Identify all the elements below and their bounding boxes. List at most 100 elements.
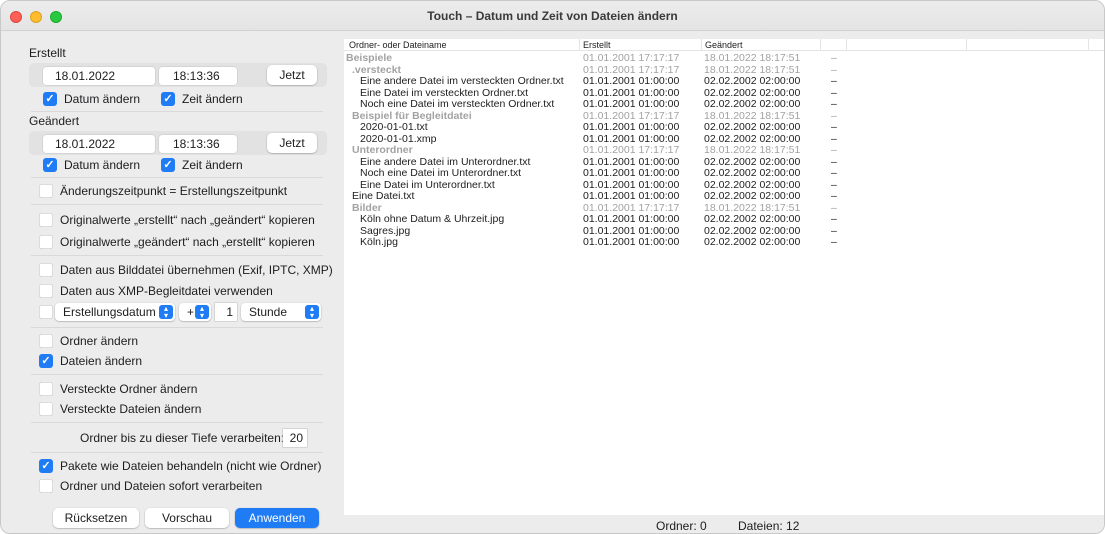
window-title: Touch – Datum und Zeit von Dateien änder… [427, 9, 678, 23]
cell-modified: 02.02.2002 02:00:00 [704, 86, 801, 99]
change-hidden-files-checkbox[interactable]: Versteckte Dateien ändern [39, 400, 201, 418]
modified-now-button[interactable]: Jetzt [267, 133, 317, 153]
divider [31, 452, 323, 453]
column-divider[interactable] [579, 39, 580, 51]
table-row[interactable]: Köln ohne Datum & Uhrzeit.jpg 01.01.2001 … [344, 214, 1104, 225]
column-divider[interactable] [820, 39, 821, 51]
column-divider[interactable] [966, 39, 967, 51]
table-row[interactable]: Eine Datei im Unterordner.txt 01.01.2001 … [344, 178, 1104, 191]
cell-extra: – [831, 155, 837, 168]
from-xmp-checkbox[interactable]: Daten aus XMP-Begleitdatei verwenden [39, 282, 273, 300]
titlebar[interactable]: Touch – Datum und Zeit von Dateien änder… [1, 1, 1104, 31]
depth-field[interactable]: 20 [283, 429, 307, 447]
cell-modified: 18.01.2022 18:17:51 [704, 201, 801, 214]
created-change-time-checkbox[interactable]: ✓ Zeit ändern [161, 90, 243, 108]
change-files-checkbox[interactable]: ✓ Dateien ändern [39, 352, 142, 370]
table-row[interactable]: Sagres.jpg 01.01.2001 01:00:00 02.02.2002 … [344, 224, 1104, 237]
chevron-updown-icon: ▴ ▾ [195, 305, 209, 320]
cell-created: 01.01.2001 01:00:00 [583, 155, 680, 168]
offset-field-select[interactable]: Erstellungsdatum ▴ ▾ [55, 303, 175, 321]
column-header-name[interactable]: Ordner- oder Dateiname [349, 40, 447, 50]
table-row[interactable]: Beispiele 01.01.2001 17:17:17 18.01.2022 1… [344, 52, 1104, 64]
column-divider[interactable] [846, 39, 847, 51]
copy-modified-to-created-checkbox[interactable]: Originalwerte „geändert“ nach „erstellt“… [39, 233, 315, 251]
offset-amount-field[interactable]: 1 [215, 303, 237, 321]
process-immediately-checkbox[interactable]: Ordner und Dateien sofort verarbeiten [39, 477, 262, 495]
table-row[interactable]: Noch eine Datei im versteckten Ordner.tx… [344, 98, 1104, 110]
cell-name: Eine andere Datei im Unterordner.txt [360, 155, 531, 168]
cell-modified: 02.02.2002 02:00:00 [704, 167, 801, 179]
divider [31, 327, 323, 328]
table-row[interactable]: 2020-01-01.txt 01.01.2001 01:00:00 02.02.2… [344, 121, 1104, 133]
cell-extra: – [831, 121, 837, 133]
cell-modified: 18.01.2022 18:17:51 [704, 109, 801, 122]
offset-sign-select[interactable]: + ▴ ▾ [179, 303, 211, 321]
checkbox-icon [39, 213, 53, 227]
table-row[interactable]: Unterordner 01.01.2001 17:17:17 18.01.2022… [344, 145, 1104, 156]
created-date-field[interactable]: 18.01.2022 [43, 67, 155, 85]
table-row[interactable]: .versteckt 01.01.2001 17:17:17 18.01.2022 … [344, 63, 1104, 76]
cell-created: 01.01.2001 01:00:00 [583, 75, 680, 87]
cell-created: 01.01.2001 01:00:00 [583, 132, 680, 145]
cell-modified: 02.02.2002 02:00:00 [704, 178, 801, 191]
cell-name: Beispiel für Begleitdatei [352, 109, 472, 122]
change-hidden-folders-checkbox[interactable]: Versteckte Ordner ändern [39, 380, 197, 398]
created-now-button[interactable]: Jetzt [267, 65, 317, 85]
table-row[interactable]: Noch eine Datei im Unterordner.txt 01.01.… [344, 167, 1104, 179]
table-row[interactable]: Eine Datei im versteckten Ordner.txt 01.0… [344, 86, 1104, 99]
divider [31, 255, 323, 256]
from-image-checkbox[interactable]: Daten aus Bilddatei übernehmen (Exif, IP… [39, 261, 333, 279]
chevron-updown-icon: ▴ ▾ [159, 305, 173, 320]
checkbox-icon [39, 479, 53, 493]
preview-button[interactable]: Vorschau [145, 508, 229, 528]
checkbox-icon [39, 263, 53, 277]
cell-extra: – [831, 52, 837, 64]
apply-button[interactable]: Anwenden [235, 508, 319, 528]
created-time-field[interactable]: 18:13:36 [159, 67, 237, 85]
cell-modified: 02.02.2002 02:00:00 [704, 224, 801, 237]
table-row[interactable]: Bilder 01.01.2001 17:17:17 18.01.2022 18:1… [344, 201, 1104, 214]
change-folders-checkbox[interactable]: Ordner ändern [39, 332, 138, 350]
created-change-date-checkbox[interactable]: ✓ Datum ändern [43, 90, 140, 108]
column-header-created[interactable]: Erstellt [583, 40, 611, 50]
table-row[interactable]: Eine andere Datei im Unterordner.txt 01.0… [344, 155, 1104, 168]
cell-name: Sagres.jpg [360, 224, 411, 237]
cell-name: Eine Datei im versteckten Ordner.txt [360, 86, 529, 99]
cell-modified: 02.02.2002 02:00:00 [704, 132, 801, 145]
reset-button[interactable]: Rücksetzen [53, 508, 139, 528]
modified-time-field[interactable]: 18:13:36 [159, 135, 237, 153]
table-row[interactable]: Köln.jpg 01.01.2001 01:00:00 02.02.2002 02… [344, 237, 1104, 248]
cell-created: 01.01.2001 01:00:00 [583, 178, 680, 191]
cell-modified: 18.01.2022 18:17:51 [704, 63, 801, 76]
cell-modified: 02.02.2002 02:00:00 [704, 98, 801, 110]
cell-created: 01.01.2001 01:00:00 [583, 86, 680, 99]
cell-name: 2020-01-01.txt [360, 121, 428, 133]
file-table[interactable]: Ordner- oder Dateiname Erstellt Geändert… [344, 39, 1104, 515]
cell-name: .versteckt [352, 63, 402, 76]
cell-created: 01.01.2001 17:17:17 [583, 201, 680, 214]
checkmark-icon: ✓ [161, 158, 175, 172]
table-row[interactable]: Eine andere Datei im versteckten Ordner.… [344, 75, 1104, 87]
copy-created-to-modified-checkbox[interactable]: Originalwerte „erstellt“ nach „geändert“… [39, 211, 315, 229]
column-header-modified[interactable]: Geändert [705, 40, 743, 50]
cell-extra: – [831, 167, 837, 179]
column-divider[interactable] [1088, 39, 1089, 51]
cell-name: Eine Datei.txt [352, 190, 415, 202]
offset-unit-select[interactable]: Stunde ▴ ▾ [241, 303, 321, 321]
chevron-updown-icon: ▴ ▾ [305, 305, 319, 320]
cell-modified: 02.02.2002 02:00:00 [704, 121, 801, 133]
modified-change-time-checkbox[interactable]: ✓ Zeit ändern [161, 156, 243, 174]
table-header: Ordner- oder Dateiname Erstellt Geändert [344, 39, 1104, 51]
table-row[interactable]: 2020-01-01.xmp 01.01.2001 01:00:00 02.02.2… [344, 132, 1104, 145]
cell-created: 01.01.2001 01:00:00 [583, 167, 680, 179]
same-time-checkbox[interactable]: Änderungszeitpunkt = Erstellungszeitpunk… [39, 182, 287, 200]
modified-date-field[interactable]: 18.01.2022 [43, 135, 155, 153]
cell-name: Eine Datei im Unterordner.txt [360, 178, 495, 191]
cell-created: 01.01.2001 01:00:00 [583, 98, 680, 110]
modified-change-date-checkbox[interactable]: ✓ Datum ändern [43, 156, 140, 174]
table-row[interactable]: Beispiel für Begleitdatei 01.01.2001 17:1… [344, 109, 1104, 122]
cell-extra: – [831, 178, 837, 191]
packages-as-files-checkbox[interactable]: ✓ Pakete wie Dateien behandeln (nicht wie… [39, 457, 321, 475]
column-divider[interactable] [701, 39, 702, 51]
table-row[interactable]: Eine Datei.txt 01.01.2001 01:00:00 02.02.2… [344, 190, 1104, 202]
